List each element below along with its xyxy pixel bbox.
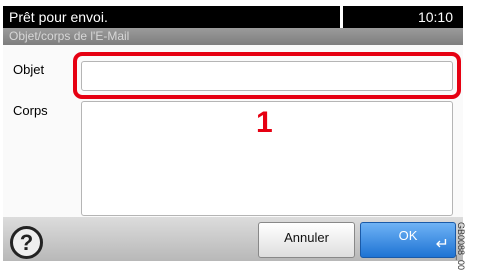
status-divider: [340, 6, 343, 28]
ok-label: OK: [398, 228, 418, 243]
subject-label: Objet: [13, 62, 45, 77]
cancel-button[interactable]: Annuler: [258, 222, 355, 258]
enter-icon: ↵: [435, 236, 449, 253]
status-message: Prêt pour envoi.: [9, 9, 108, 25]
body-label: Corps: [13, 103, 48, 118]
status-time: 10:10: [417, 9, 453, 25]
status-bar: Prêt pour envoi. 10:10: [3, 6, 463, 28]
email-form: Objet Corps 1: [3, 45, 463, 217]
screen-title: Objet/corps de l'E-Mail: [3, 28, 463, 45]
step-number: 1: [256, 106, 273, 139]
help-button[interactable]: ?: [10, 226, 43, 259]
touch-panel-screen: Prêt pour envoi. 10:10 Objet/corps de l'…: [3, 6, 463, 261]
bottom-bar: ? Annuler OK ↵: [3, 217, 463, 261]
subject-highlight-frame: [73, 52, 461, 99]
ok-button[interactable]: OK ↵: [360, 222, 456, 258]
